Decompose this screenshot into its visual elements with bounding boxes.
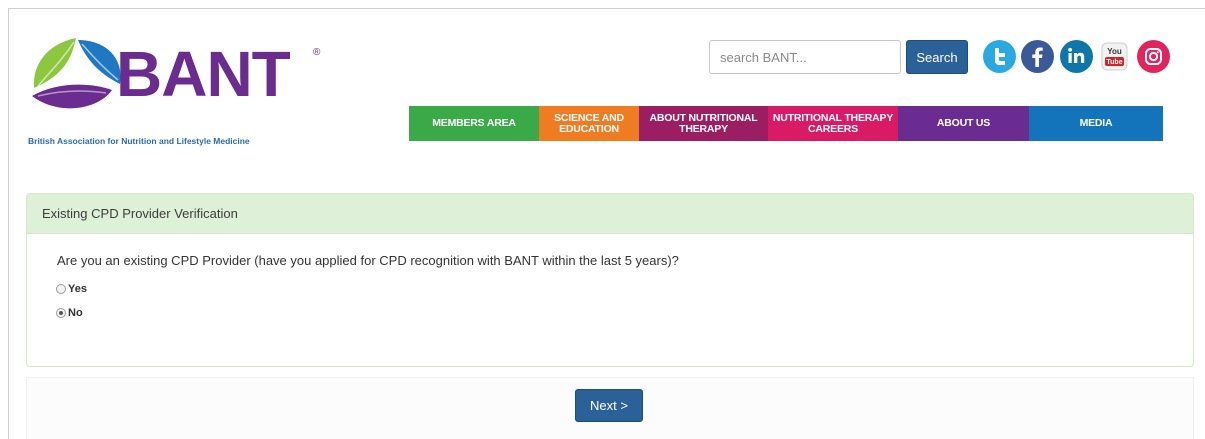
nav-item-about-nutritional-therapy[interactable]: ABOUT NUTRITIONAL THERAPY [639,106,768,141]
radio-no-label: No [68,307,83,319]
nav-item-media[interactable]: MEDIA [1029,106,1163,141]
radio-option-yes[interactable]: Yes [56,283,87,295]
facebook-glyph-icon [1021,40,1054,73]
search-button[interactable]: Search [906,40,968,74]
nav-item-nutritional-therapy-careers[interactable]: NUTRITIONAL THERAPY CAREERS [768,106,898,141]
search-input[interactable] [709,40,901,74]
instagram-icon[interactable] [1137,40,1170,73]
brand-tagline: British Association for Nutrition and Li… [28,136,250,146]
nav-item-about-us[interactable]: ABOUT US [898,106,1029,141]
svg-text:Tube: Tube [1106,59,1122,66]
youtube-glyph-icon: You Tube [1101,42,1128,71]
linkedin-icon[interactable] [1060,40,1093,73]
nav-item-science-and-education[interactable]: SCIENCE AND EDUCATION [539,106,639,141]
radio-yes-label: Yes [68,283,87,295]
instagram-glyph-icon [1137,40,1170,73]
registered-mark: ® [313,47,321,58]
cpd-question: Are you an existing CPD Provider (have y… [57,253,679,268]
radio-option-no[interactable]: No [56,307,83,319]
panel-heading: Existing CPD Provider Verification [27,194,1193,234]
brand-wordmark: BANT [116,38,291,110]
leaf-logo-icon [32,38,121,109]
linkedin-glyph-icon [1060,40,1093,73]
facebook-icon[interactable] [1021,40,1054,73]
radio-no-button[interactable] [56,308,66,318]
youtube-icon[interactable]: You Tube [1098,40,1131,73]
cpd-verification-panel: Existing CPD Provider Verification Are y… [26,193,1194,367]
nav-item-members-area[interactable]: MEMBERS AREA [409,106,539,141]
svg-text:You: You [1107,47,1122,56]
main-navigation: MEMBERS AREA SCIENCE AND EDUCATION ABOUT… [409,106,1163,141]
next-button[interactable]: Next > [575,389,643,422]
twitter-icon[interactable] [983,40,1016,73]
twitter-glyph-icon [983,40,1016,73]
bant-logo[interactable]: BANT ® British Association for Nutrition… [28,36,328,146]
radio-yes-button[interactable] [56,284,66,294]
